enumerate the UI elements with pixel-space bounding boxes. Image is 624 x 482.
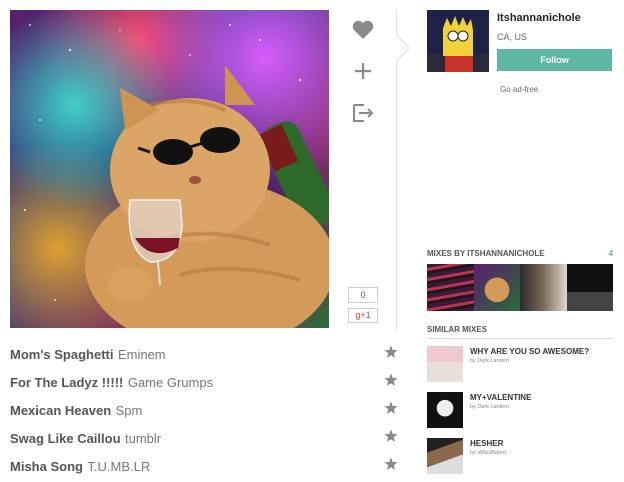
track-title[interactable]: For The Ladyz !!!!! — [10, 375, 123, 390]
section-divider — [427, 338, 613, 339]
user-location: CA, US — [497, 32, 528, 42]
mixes-by-title: MIXES BY ITSHANNANICHOLE — [427, 249, 545, 258]
similar-mix-title: MY+VALENTINE — [470, 393, 532, 402]
mixes-by-header: MIXES BY ITSHANNANICHOLE 4 — [427, 249, 613, 258]
track-row[interactable]: Swag Like Caillou tumblr — [10, 428, 398, 450]
track-row[interactable]: Mom's Spaghetti Eminem — [10, 344, 398, 366]
track-title[interactable]: Swag Like Caillou — [10, 431, 121, 446]
share-icon[interactable] — [348, 98, 378, 128]
mixes-by-strip — [427, 264, 613, 311]
similar-mix-author: by Dark Lantern — [470, 404, 510, 410]
track-artist[interactable]: tumblr — [125, 431, 161, 446]
mix-cover-image[interactable] — [10, 10, 329, 328]
track-title[interactable]: Mexican Heaven — [10, 403, 111, 418]
plus-icon[interactable] — [348, 56, 378, 86]
similar-mix-item[interactable]: MY+VALENTINE by Dark Lantern — [427, 392, 613, 430]
share-count: 0 — [348, 287, 378, 303]
follow-button[interactable]: Follow — [497, 49, 612, 71]
track-artist[interactable]: Eminem — [118, 347, 166, 362]
star-icon[interactable] — [384, 345, 398, 359]
track-artist[interactable]: Spm — [116, 403, 143, 418]
track-row[interactable]: Mexican Heaven Spm — [10, 400, 398, 422]
track-title[interactable]: Mom's Spaghetti — [10, 347, 114, 362]
similar-mix-author: by Dark Lantern — [470, 358, 510, 364]
divider-notch — [396, 34, 410, 62]
similar-mix-thumbnail — [427, 346, 463, 382]
track-row[interactable]: Misha Song T.U.MB.LR — [10, 456, 398, 478]
mixes-by-count[interactable]: 4 — [609, 249, 613, 258]
go-ad-free-link[interactable]: Go ad-free — [500, 85, 538, 94]
mix-thumbnail[interactable] — [473, 264, 520, 311]
star-icon[interactable] — [384, 401, 398, 415]
track-row[interactable]: For The Ladyz !!!!! Game Grumps — [10, 372, 398, 394]
star-icon[interactable] — [384, 373, 398, 387]
similar-mix-title: HESHER — [470, 439, 504, 448]
similar-mix-item[interactable]: WHY ARE YOU SO AWESOME? by Dark Lantern — [427, 346, 613, 384]
similar-mix-thumbnail — [427, 392, 463, 428]
user-avatar[interactable] — [427, 10, 489, 72]
similar-mix-thumbnail — [427, 438, 463, 474]
star-icon[interactable] — [384, 429, 398, 443]
similar-mix-item[interactable]: HESHER by xMissBdenx — [427, 438, 613, 476]
similar-mixes-header: SIMILAR MIXES — [427, 325, 488, 334]
track-title[interactable]: Misha Song — [10, 459, 83, 474]
gplus-button[interactable]: g+1 — [348, 308, 378, 323]
cat-illustration — [23, 24, 329, 328]
username[interactable]: Itshannanichole — [497, 12, 581, 24]
mix-thumbnail[interactable] — [427, 264, 474, 311]
similar-mix-author: by xMissBdenx — [470, 450, 507, 456]
star-icon[interactable] — [384, 457, 398, 471]
track-artist[interactable]: Game Grumps — [128, 375, 213, 390]
heart-icon[interactable] — [348, 14, 378, 44]
mix-thumbnail[interactable] — [566, 264, 613, 311]
track-artist[interactable]: T.U.MB.LR — [87, 459, 150, 474]
mix-thumbnail[interactable] — [520, 264, 567, 311]
similar-mix-title: WHY ARE YOU SO AWESOME? — [470, 347, 590, 356]
